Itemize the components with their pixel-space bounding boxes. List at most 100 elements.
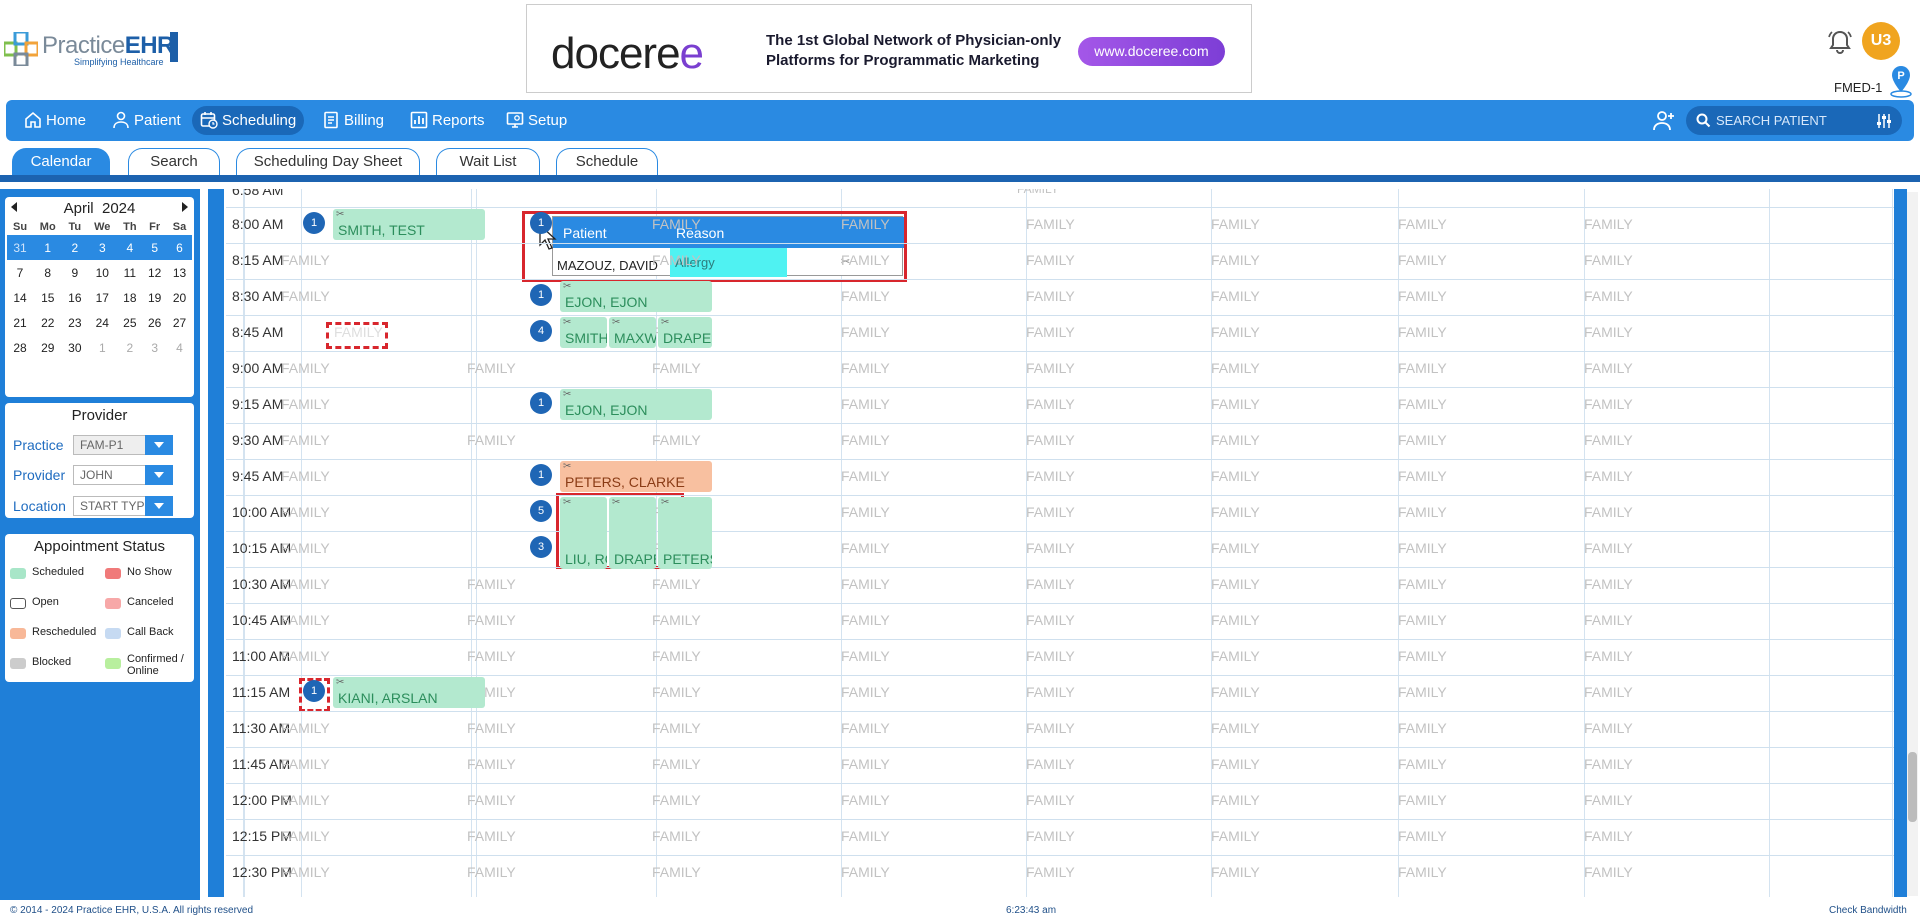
family-slot[interactable]: FAMILY (1398, 756, 1447, 772)
family-slot[interactable]: FAMILY (1211, 864, 1260, 880)
calendar-day[interactable]: 13 (167, 260, 192, 285)
calendar-day[interactable]: 6 (167, 235, 192, 260)
practice-dropdown-icon[interactable] (145, 435, 173, 455)
family-slot[interactable]: FAMILY (652, 720, 701, 736)
next-month-icon[interactable] (182, 202, 188, 212)
family-slot[interactable]: FAMILY (1398, 468, 1447, 484)
family-slot[interactable]: FAMILY (467, 720, 516, 736)
family-slot[interactable]: FAMILY (652, 648, 701, 664)
location-dropdown-icon[interactable] (145, 496, 173, 516)
calendar-day[interactable]: 12 (142, 260, 167, 285)
family-slot[interactable]: FAMILY (1584, 720, 1633, 736)
nav-home[interactable]: Home (16, 106, 94, 135)
calendar-day[interactable]: 19 (142, 285, 167, 310)
family-slot[interactable]: FAMILY (652, 864, 701, 880)
ad-cta-button[interactable]: www.doceree.com (1078, 37, 1225, 66)
family-slot[interactable]: FAMILY (281, 504, 330, 520)
family-slot[interactable]: FAMILY (1398, 612, 1447, 628)
family-slot[interactable]: FAMILY (652, 432, 701, 448)
family-slot[interactable]: FAMILY (841, 648, 890, 664)
family-slot[interactable]: FAMILY (281, 468, 330, 484)
practice-ehr-logo[interactable]: PracticeEHR Simplifying Healthcare (4, 30, 178, 70)
family-slot[interactable]: FAMILY (652, 828, 701, 844)
family-slot[interactable]: FAMILY (1398, 792, 1447, 808)
family-slot[interactable]: FAMILY (1584, 828, 1633, 844)
family-slot[interactable]: FAMILY (652, 216, 701, 232)
family-slot[interactable]: FAMILY (1584, 684, 1633, 700)
family-slot[interactable]: FAMILY (1026, 396, 1075, 412)
family-slot[interactable]: FAMILY (281, 756, 330, 772)
calendar-day[interactable]: 10 (87, 260, 117, 285)
family-slot[interactable]: FAMILY (281, 432, 330, 448)
family-slot[interactable]: FAMILY (467, 576, 516, 592)
family-slot[interactable]: FAMILY (1211, 360, 1260, 376)
family-slot[interactable]: FAMILY (1026, 576, 1075, 592)
family-slot[interactable]: FAMILY (281, 828, 330, 844)
family-slot[interactable]: FAMILY (1211, 792, 1260, 808)
family-slot[interactable]: FAMILY (1026, 252, 1075, 268)
family-slot[interactable]: FAMILY (1211, 432, 1260, 448)
calendar-day[interactable]: 1 (87, 335, 117, 360)
family-slot[interactable]: FAMILY (1584, 324, 1633, 340)
scissors-icon[interactable]: ✂ (563, 462, 571, 472)
family-slot[interactable]: FAMILY (1026, 792, 1075, 808)
calendar-day[interactable]: 20 (167, 285, 192, 310)
calendar-day[interactable]: 31 (7, 235, 34, 260)
family-slot[interactable]: FAMILY (1398, 252, 1447, 268)
family-slot[interactable]: FAMILY (467, 864, 516, 880)
family-slot[interactable]: FAMILY (281, 576, 330, 592)
appointment-count-badge[interactable]: 5 (530, 500, 552, 522)
family-slot[interactable]: FAMILY (841, 684, 890, 700)
calendar-day[interactable]: 3 (87, 235, 118, 260)
family-slot[interactable]: FAMILY (1211, 288, 1260, 304)
family-slot[interactable]: FAMILY (1398, 648, 1447, 664)
family-slot[interactable]: FAMILY (841, 720, 890, 736)
nav-setup[interactable]: Setup (498, 106, 575, 135)
family-slot[interactable]: FAMILY (1398, 864, 1447, 880)
appointment-block[interactable]: ✂ KIANI, ARSLAN (333, 677, 485, 708)
calendar-day[interactable]: 8 (33, 260, 62, 285)
family-slot[interactable]: FAMILY (1026, 216, 1075, 232)
family-slot[interactable]: FAMILY (1584, 468, 1633, 484)
scissors-icon[interactable]: ✂ (336, 210, 344, 220)
family-slot[interactable]: FAMILY (1584, 288, 1633, 304)
family-slot[interactable]: FAMILY (1211, 396, 1260, 412)
family-slot[interactable]: FAMILY (1211, 324, 1260, 340)
family-slot[interactable]: FAMILY (467, 360, 516, 376)
calendar-day[interactable]: 1 (33, 235, 63, 260)
appointment-block[interactable]: ✂ PETERS, CLARKE (560, 461, 712, 492)
family-slot[interactable]: FAMILY (1584, 576, 1633, 592)
user-avatar[interactable]: U3 (1862, 22, 1900, 60)
family-slot[interactable]: FAMILY (334, 324, 383, 340)
search-patient-input[interactable] (1716, 110, 1866, 131)
appointment-block[interactable]: ✂ PETERS, (658, 497, 712, 569)
family-slot[interactable]: FAMILY (1211, 576, 1260, 592)
family-slot[interactable]: FAMILY (652, 576, 701, 592)
family-slot[interactable]: FAMILY (841, 612, 890, 628)
family-slot[interactable]: FAMILY (1398, 216, 1447, 232)
family-slot[interactable]: FAMILY (1026, 504, 1075, 520)
family-slot[interactable]: FAMILY (1026, 828, 1075, 844)
family-slot[interactable]: FAMILY (1211, 468, 1260, 484)
scissors-icon[interactable]: ✂ (661, 498, 669, 508)
family-slot[interactable]: FAMILY (1211, 216, 1260, 232)
family-slot[interactable]: FAMILY (281, 540, 330, 556)
family-slot[interactable]: FAMILY (1584, 396, 1633, 412)
appointment-count-badge[interactable]: 3 (530, 536, 552, 558)
family-slot[interactable]: FAMILY (1584, 360, 1633, 376)
calendar-day[interactable]: 21 (7, 310, 33, 335)
appointment-block[interactable]: ✂ DRAPE (609, 497, 656, 569)
calendar-day[interactable]: 25 (117, 310, 142, 335)
calendar-day[interactable]: 29 (33, 335, 62, 360)
calendar-day[interactable]: 17 (87, 285, 117, 310)
footer-check-bandwidth-link[interactable]: Check Bandwidth (1829, 905, 1907, 916)
family-slot[interactable]: FAMILY (841, 324, 890, 340)
family-slot[interactable]: FAMILY (652, 612, 701, 628)
family-slot[interactable]: FAMILY (1398, 504, 1447, 520)
family-slot[interactable]: FAMILY (1211, 540, 1260, 556)
calendar-day[interactable]: 4 (117, 235, 143, 260)
calendar-day[interactable]: 9 (62, 260, 87, 285)
family-slot[interactable]: FAMILY (1211, 756, 1260, 772)
scissors-icon[interactable]: ✂ (612, 498, 620, 508)
calendar-day[interactable]: 26 (142, 310, 167, 335)
